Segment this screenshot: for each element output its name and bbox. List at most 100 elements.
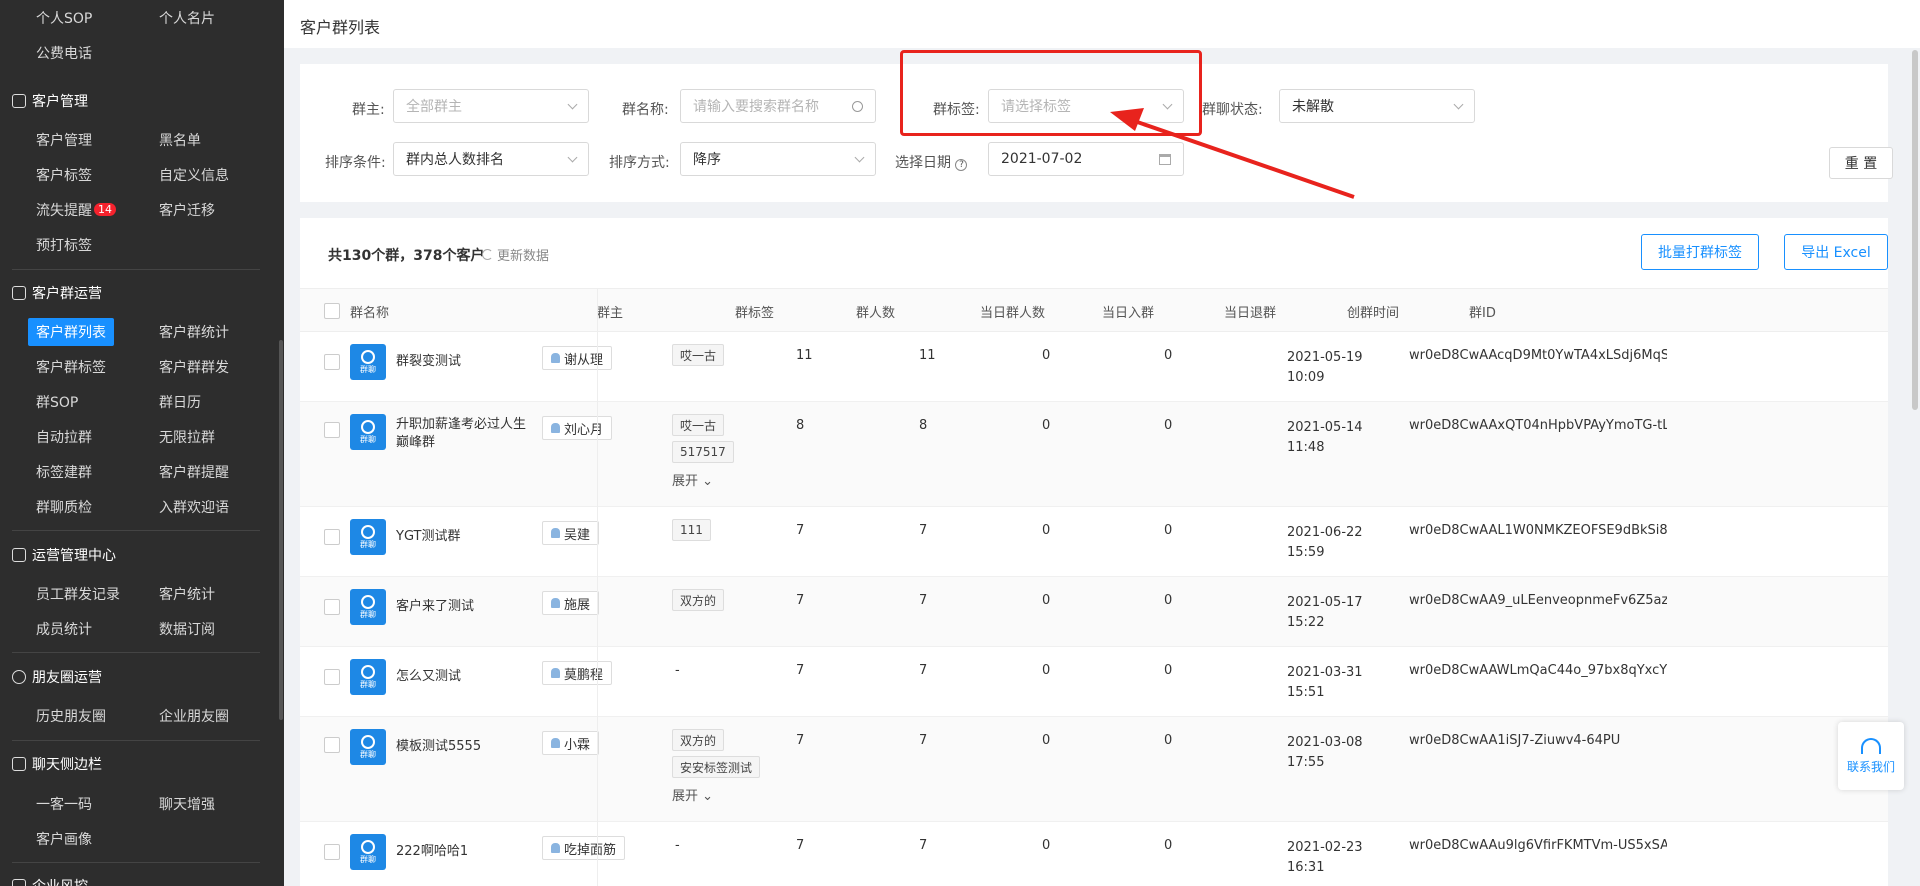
help-icon[interactable]: ? bbox=[955, 159, 968, 171]
date-picker[interactable]: 2021-07-02 bbox=[988, 142, 1184, 176]
today-member-count: 7 bbox=[919, 523, 928, 538]
sidebar-item-group-calendar[interactable]: 群日历 bbox=[159, 392, 201, 412]
sort-order-select[interactable]: 降序 bbox=[680, 142, 876, 176]
row-checkbox[interactable] bbox=[324, 844, 340, 860]
no-tag: - bbox=[675, 838, 680, 853]
avatar-label: 群聊 bbox=[360, 364, 376, 374]
today-joined: 0 bbox=[1042, 523, 1051, 538]
page-scrollbar[interactable] bbox=[1912, 50, 1918, 410]
table-row[interactable]: 群聊 222啊哈哈1 吃掉面筋 - 7 7 0 0 2021-02-23 16:31 wr0eD8C… bbox=[300, 822, 1888, 886]
table-row[interactable]: 群聊 怎么又测试 莫鹏程 - 7 7 0 0 2021-03-31 15:51 wr0eD8CwAA… bbox=[300, 647, 1888, 717]
group-name[interactable]: 群裂变测试 bbox=[396, 353, 536, 371]
table-row[interactable]: 群聊 客户来了测试 施展 双方的 7 7 0 0 2021-05-17 15:22 wr0eD8Cw… bbox=[300, 577, 1888, 647]
group-id: wr0eD8CwAAL1W0NMKZEOFSE9dBkSi8Mv bbox=[1409, 523, 1667, 538]
sidebar-item-customer-stats[interactable]: 客户统计 bbox=[159, 584, 215, 604]
owner-chip[interactable]: 莫鹏程 bbox=[542, 661, 613, 685]
sidebar-item-group-remind[interactable]: 客户群提醒 bbox=[159, 462, 229, 482]
sidebar-section-moments[interactable]: 朋友圈运营 bbox=[12, 667, 102, 687]
group-name-input[interactable]: 请输入要搜索群名称 bbox=[680, 89, 876, 123]
chat-status-select[interactable]: 未解散 bbox=[1279, 89, 1475, 123]
sidebar-item-personal-sop[interactable]: 个人SOP bbox=[36, 8, 92, 28]
sort-order-label: 排序方式: bbox=[609, 155, 670, 171]
table-header: 群名称 群主 群标签 群人数 当日群人数 当日入群 当日退群 创群时间 群ID bbox=[300, 288, 1888, 332]
chat-status-label: 群聊状态: bbox=[1202, 102, 1263, 118]
table-row[interactable]: 群聊 YGT测试群 吴建 111 7 7 0 0 2021-06-22 15:59 wr0eD8Cw… bbox=[300, 507, 1888, 577]
sidebar-item-blacklist[interactable]: 黑名单 bbox=[159, 130, 201, 150]
sidebar-item-member-stats[interactable]: 成员统计 bbox=[36, 619, 92, 639]
contact-us-button[interactable]: 联系我们 bbox=[1838, 722, 1904, 790]
avatar-label: 群聊 bbox=[360, 609, 376, 619]
expand-tags-link[interactable]: 展开 ⌄ bbox=[672, 470, 713, 489]
owner-chip[interactable]: 小霖 bbox=[542, 731, 600, 755]
sidebar-item-customer-tags[interactable]: 客户标签 bbox=[36, 165, 92, 185]
sidebar-item-personal-card[interactable]: 个人名片 bbox=[159, 8, 215, 28]
table-row[interactable]: 群聊 群裂变测试 谢从理 哎一古 11 11 0 0 2021-05-19 10:09 wr0eD8… bbox=[300, 332, 1888, 402]
sidebar-item-group-stats[interactable]: 客户群统计 bbox=[159, 322, 229, 342]
export-excel-button[interactable]: 导出 Excel bbox=[1784, 234, 1888, 270]
row-checkbox[interactable] bbox=[324, 422, 340, 438]
table-row[interactable]: 群聊 升职加薪逢考必过人生巅峰群 刘心月 哎一古 517517 展开 ⌄ 8 8 0 0 2021-… bbox=[300, 402, 1888, 507]
batch-tag-button[interactable]: 批量打群标签 bbox=[1641, 234, 1759, 270]
search-icon[interactable] bbox=[852, 100, 863, 112]
sidebar-section-risk[interactable]: 企业风控 bbox=[12, 876, 88, 886]
group-name[interactable]: YGT测试群 bbox=[396, 528, 536, 546]
group-name[interactable]: 客户来了测试 bbox=[396, 598, 536, 616]
table-row[interactable]: 群聊 模板测试5555 小霖 双方的 安安标签测试 展开 ⌄ 7 7 0 0 2021-03-08 1… bbox=[300, 717, 1888, 822]
sidebar-item-chat-qc[interactable]: 群聊质检 bbox=[36, 497, 92, 517]
calendar-icon bbox=[1159, 153, 1171, 165]
owner-chip[interactable]: 吴建 bbox=[542, 521, 600, 545]
owner-chip[interactable]: 谢从理 bbox=[542, 346, 613, 370]
group-avatar: 群聊 bbox=[350, 344, 386, 380]
row-checkbox[interactable] bbox=[324, 669, 340, 685]
sidebar-item-data-sub[interactable]: 数据订阅 bbox=[159, 619, 215, 639]
owner-select[interactable]: 全部群主 bbox=[393, 89, 589, 123]
group-name[interactable]: 222啊哈哈1 bbox=[396, 843, 536, 861]
group-name[interactable]: 模板测试5555 bbox=[396, 738, 536, 756]
sidebar-item-unlimited-group[interactable]: 无限拉群 bbox=[159, 427, 215, 447]
no-tag: - bbox=[675, 663, 680, 678]
chevron-down-icon: ⌄ bbox=[702, 789, 714, 804]
sidebar-item-group-list[interactable]: 客户群列表 bbox=[28, 318, 114, 346]
sidebar-item-custom-info[interactable]: 自定义信息 bbox=[159, 165, 229, 185]
sidebar-item-auto-group[interactable]: 自动拉群 bbox=[36, 427, 92, 447]
sidebar-item-group-tags[interactable]: 客户群标签 bbox=[36, 357, 106, 377]
sidebar-item-customer-profile[interactable]: 客户画像 bbox=[36, 829, 92, 849]
row-checkbox[interactable] bbox=[324, 354, 340, 370]
select-all-checkbox[interactable] bbox=[324, 303, 340, 319]
sidebar-item-staff-broadcast[interactable]: 员工群发记录 bbox=[36, 584, 120, 604]
row-checkbox[interactable] bbox=[324, 599, 340, 615]
sidebar-item-one-code[interactable]: 一客一码 bbox=[36, 794, 92, 814]
refresh-data-button[interactable]: 更新数据 bbox=[482, 245, 549, 264]
sidebar-item-public-phone[interactable]: 公费电话 bbox=[36, 43, 92, 63]
group-icon bbox=[361, 734, 375, 749]
sidebar-item-customer-manage[interactable]: 客户管理 bbox=[36, 130, 92, 150]
sidebar-item-churn-alert[interactable]: 流失提醒 14 bbox=[36, 200, 116, 220]
sidebar-item-history-moments[interactable]: 历史朋友圈 bbox=[36, 706, 106, 726]
page-title: 客户群列表 bbox=[300, 18, 381, 37]
sidebar-item-tag-group[interactable]: 标签建群 bbox=[36, 462, 92, 482]
expand-tags-link[interactable]: 展开 ⌄ bbox=[672, 785, 713, 804]
sidebar-section-group-ops[interactable]: 客户群运营 bbox=[12, 283, 102, 303]
owner-chip[interactable]: 刘心月 bbox=[542, 416, 613, 440]
sidebar-item-customer-migrate[interactable]: 客户迁移 bbox=[159, 200, 215, 220]
sidebar-item-pre-tag[interactable]: 预打标签 bbox=[36, 235, 92, 255]
sidebar-section-customer[interactable]: 客户管理 bbox=[12, 91, 88, 111]
sidebar-item-group-broadcast[interactable]: 客户群群发 bbox=[159, 357, 229, 377]
sidebar-item-enterprise-moments[interactable]: 企业朋友圈 bbox=[159, 706, 229, 726]
owner-chip[interactable]: 吃掉面筋 bbox=[542, 836, 626, 860]
sort-condition-select[interactable]: 群内总人数排名 bbox=[393, 142, 589, 176]
sidebar-item-chat-enhance[interactable]: 聊天增强 bbox=[159, 794, 215, 814]
owner-chip[interactable]: 施展 bbox=[542, 591, 600, 615]
sidebar-item-group-sop[interactable]: 群SOP bbox=[36, 392, 78, 412]
row-checkbox[interactable] bbox=[324, 529, 340, 545]
row-checkbox[interactable] bbox=[324, 737, 340, 753]
sidebar-section-chat-sidebar[interactable]: 聊天侧边栏 bbox=[12, 754, 102, 774]
sidebar-item-welcome[interactable]: 入群欢迎语 bbox=[159, 497, 229, 517]
group-name-label: 群名称: bbox=[622, 102, 669, 118]
group-name[interactable]: 怎么又测试 bbox=[396, 668, 536, 686]
sidebar-scrollbar[interactable] bbox=[279, 340, 283, 720]
user-icon bbox=[551, 843, 560, 853]
reset-button[interactable]: 重 置 bbox=[1829, 147, 1893, 179]
group-name[interactable]: 升职加薪逢考必过人生巅峰群 bbox=[396, 416, 536, 452]
sidebar-section-ops-center[interactable]: 运营管理中心 bbox=[12, 545, 116, 565]
